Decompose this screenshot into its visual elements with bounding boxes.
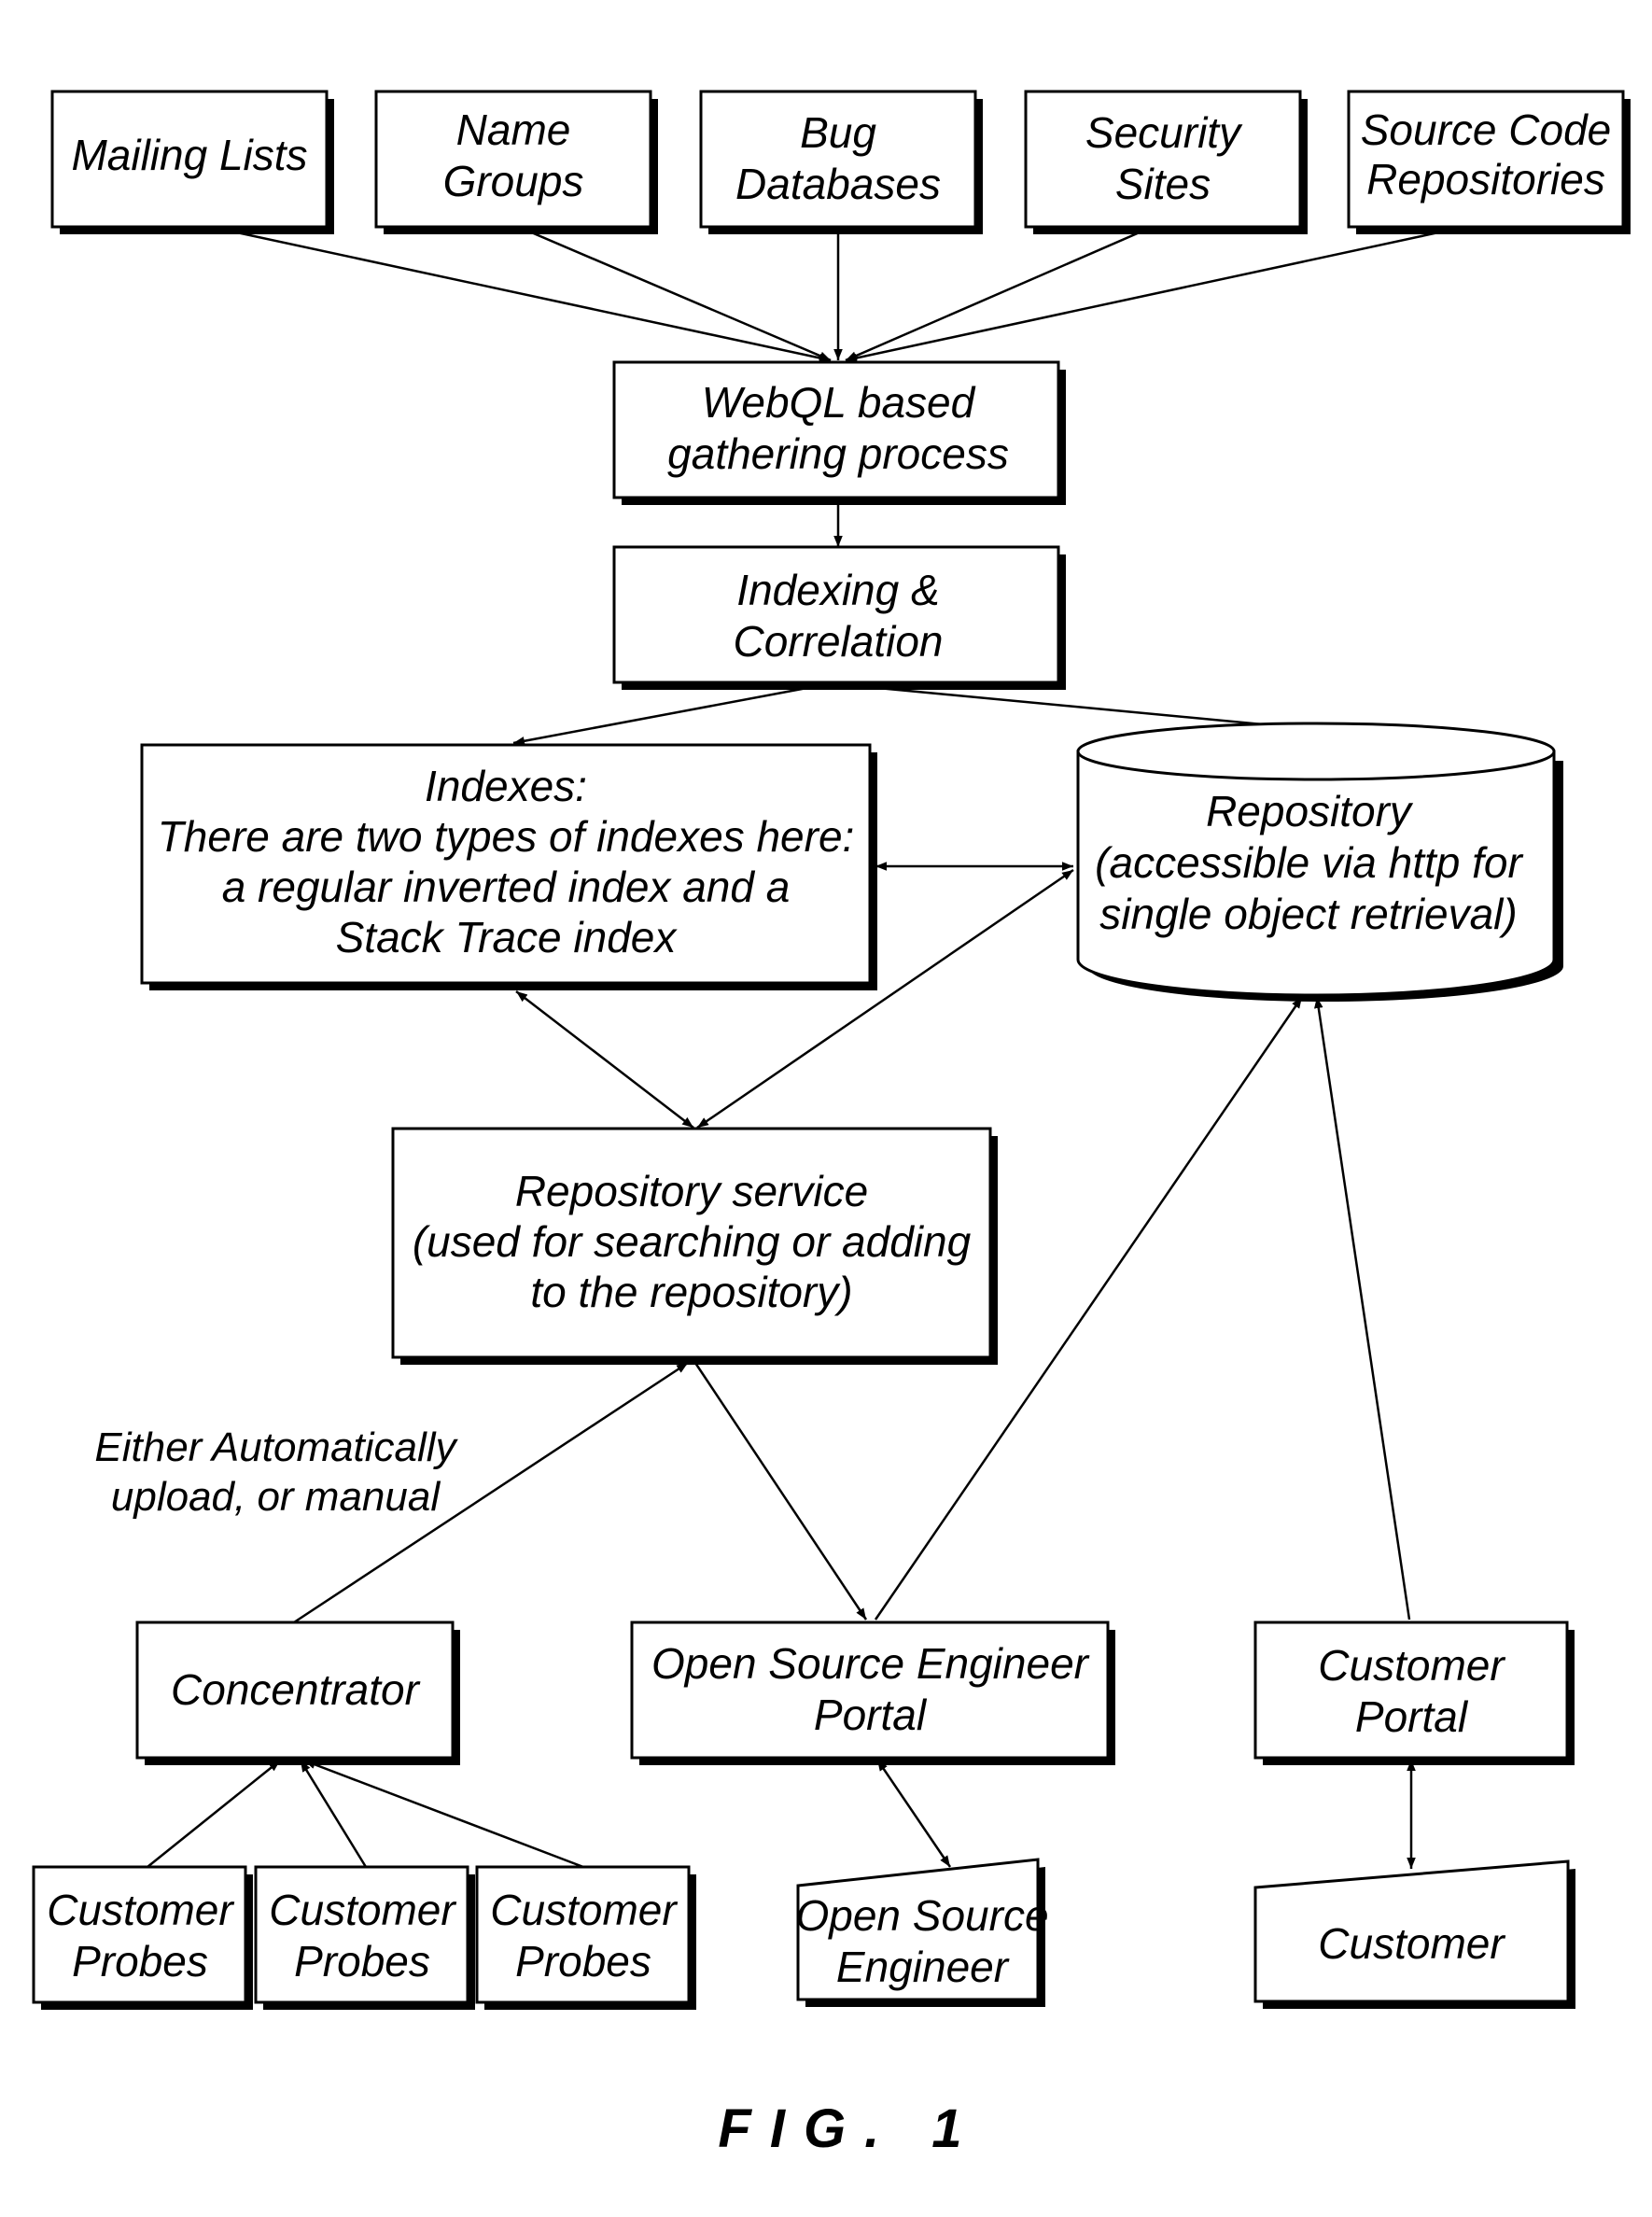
webql-gathering-process: WebQL based gathering process: [612, 360, 1066, 505]
source-bug-databases: Bug Databases: [699, 90, 983, 234]
probe-2-label-1: Customer: [269, 1886, 456, 1934]
os-portal-label-2: Portal: [814, 1691, 928, 1739]
repository-service-label-2: (used for searching or adding: [413, 1217, 972, 1266]
probe-1-label-2: Probes: [72, 1937, 208, 1985]
repository-cylinder: Repository (accessible via http for sing…: [1076, 722, 1563, 1002]
source-mailing-lists: Mailing Lists: [50, 90, 334, 234]
probe-3-label-1: Customer: [490, 1886, 678, 1934]
source-security-sites: Security Sites: [1024, 90, 1308, 234]
edge-repository-service-to-os-portal: [693, 1362, 868, 1621]
upload-note-line-1: Either Automatically: [94, 1424, 458, 1470]
webql-label-2: gathering process: [667, 429, 1009, 478]
os-engineer-label-1: Open Source: [795, 1891, 1048, 1940]
edge-probe-1-to-concentrator: [147, 1760, 281, 1868]
source-name-groups: Name Groups: [374, 90, 658, 234]
repository-label-2: (accessible via http for: [1095, 838, 1523, 887]
probe-3-label-2: Probes: [515, 1937, 651, 1985]
indexing-label-2: Correlation: [734, 617, 944, 666]
webql-label-1: WebQL based: [702, 378, 976, 427]
concentrator: Concentrator: [135, 1621, 460, 1765]
indexing-label-1: Indexing &: [736, 566, 939, 614]
indexes: Indexes: There are two types of indexes …: [140, 743, 877, 990]
edge-mailing-lists-to-webql: [218, 227, 832, 363]
customer-portal-label-1: Customer: [1318, 1641, 1505, 1690]
customer-probes-1: Customer Probes: [32, 1865, 253, 2010]
indexes-label-4: Stack Trace index: [336, 913, 679, 961]
open-source-engineer: Open Source Engineer: [795, 1858, 1049, 2007]
source-source-code-repositories: Source Code Repositories: [1347, 90, 1631, 234]
indexing-correlation: Indexing & Correlation: [612, 545, 1066, 690]
repository-service-label-1: Repository service: [515, 1167, 868, 1215]
os-portal-label-1: Open Source Engineer: [651, 1639, 1090, 1688]
edge-os-portal-os-engineer: [875, 1759, 952, 1868]
repository-label-1: Repository: [1206, 787, 1414, 835]
concentrator-label: Concentrator: [171, 1665, 421, 1714]
source-bug-databases-label-2: Databases: [735, 160, 941, 208]
edge-probe-2-to-concentrator: [299, 1760, 368, 1868]
edge-indexing-to-indexes: [512, 685, 813, 746]
figure-label: FIG. 1: [718, 2098, 980, 2159]
edge-customer-portal-to-repository: [1314, 996, 1411, 1621]
indexes-label-3: a regular inverted index and a: [222, 863, 791, 911]
edge-name-groups-to-webql: [522, 227, 832, 362]
source-security-sites-label-2: Sites: [1115, 160, 1211, 208]
customer-label: Customer: [1318, 1919, 1505, 1968]
edge-probe-3-to-concentrator: [303, 1759, 584, 1869]
source-name-groups-label-1: Name: [456, 105, 571, 154]
repository-label-3: single object retrieval): [1099, 890, 1517, 938]
open-source-engineer-portal: Open Source Engineer Portal: [630, 1621, 1115, 1765]
edge-indexes-repository-service: [515, 990, 694, 1129]
source-security-sites-label-1: Security: [1085, 108, 1243, 157]
indexes-label-2: There are two types of indexes here:: [158, 812, 855, 861]
edge-indexing-to-repository: [867, 685, 1303, 732]
customer-probes-2: Customer Probes: [254, 1865, 475, 2010]
source-bug-databases-label-1: Bug: [800, 108, 876, 157]
repository-service: Repository service (used for searching o…: [391, 1127, 998, 1365]
edge-security-sites-to-webql: [845, 227, 1149, 362]
os-engineer-label-2: Engineer: [836, 1943, 1010, 1991]
repository-service-label-3: to the repository): [530, 1268, 852, 1316]
upload-note: Either Automatically upload, or manual: [94, 1424, 458, 1520]
probe-1-label-1: Customer: [47, 1886, 234, 1934]
customer: Customer: [1253, 1859, 1575, 2009]
probe-2-label-2: Probes: [294, 1937, 430, 1985]
indexes-label-1: Indexes:: [425, 762, 587, 810]
edge-source-code-to-webql: [845, 227, 1457, 363]
source-source-code-label-2: Repositories: [1366, 155, 1605, 203]
flow-diagram: Mailing Lists Name Groups Bug Databases …: [32, 90, 1631, 2159]
customer-portal: Customer Portal: [1253, 1621, 1575, 1765]
source-name-groups-label-2: Groups: [443, 157, 584, 205]
upload-note-line-2: upload, or manual: [111, 1474, 441, 1520]
customer-probes-3: Customer Probes: [475, 1865, 696, 2010]
source-source-code-label-1: Source Code: [1361, 105, 1612, 154]
source-mailing-lists-label: Mailing Lists: [71, 131, 307, 179]
customer-portal-label-2: Portal: [1355, 1692, 1469, 1741]
